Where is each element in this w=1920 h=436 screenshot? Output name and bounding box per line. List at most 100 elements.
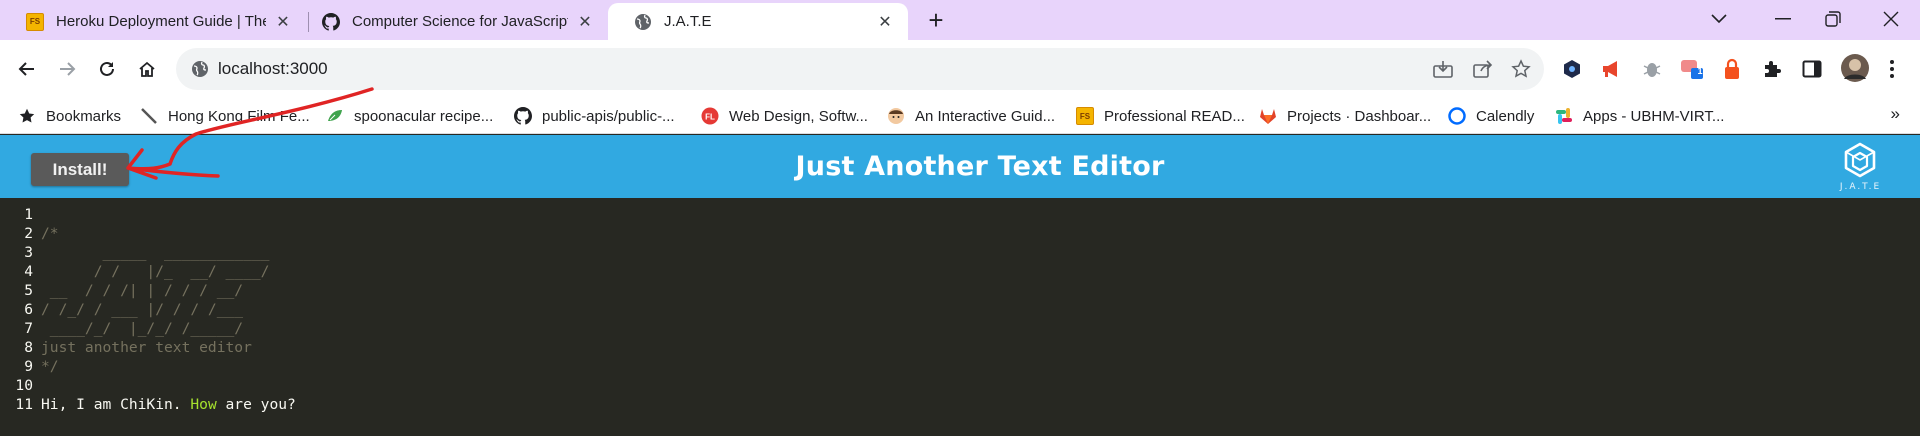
editor-line[interactable]: 6 / /_/ / ___ |/ / / /___: [0, 300, 1920, 319]
fs-badge-icon: FS: [1076, 107, 1094, 125]
comment-text[interactable]: */: [33, 357, 59, 376]
slack-icon: [1555, 107, 1573, 125]
ascii-art-text[interactable]: / / |/_ __/ ____/: [33, 262, 270, 281]
line-number: 8: [24, 339, 33, 356]
tab-jate[interactable]: J.A.T.E ✕: [608, 3, 908, 40]
line-number: 9: [24, 358, 33, 375]
editor-line[interactable]: 5 __ / / /| | / / / __/: [0, 281, 1920, 300]
puzzle-extensions-icon[interactable]: [1760, 57, 1784, 81]
line-number: 4: [24, 263, 33, 280]
comment-text[interactable]: /*: [33, 224, 59, 243]
bookmark-label: Professional READ...: [1104, 107, 1245, 125]
github-icon: [322, 12, 340, 31]
line-number: 7: [24, 320, 33, 337]
share-icon[interactable]: [1472, 58, 1494, 80]
bookmark-star-icon[interactable]: [1510, 58, 1532, 80]
fs-favicon-icon: FS: [26, 12, 44, 31]
home-icon[interactable]: [133, 55, 161, 83]
url-text[interactable]: localhost:3000: [218, 59, 328, 79]
editor-line[interactable]: 10: [0, 376, 1920, 395]
pen-icon: [140, 107, 158, 125]
text-segment: Hi, I am ChiKin.: [41, 396, 191, 413]
tab-heroku-guide[interactable]: FS Heroku Deployment Guide | The ✕: [0, 3, 306, 40]
extension-hex-icon[interactable]: [1560, 57, 1584, 81]
new-tab-button[interactable]: +: [922, 5, 950, 35]
text-segment: are you?: [216, 396, 296, 413]
editor-line[interactable]: 2 /*: [0, 224, 1920, 243]
back-arrow-icon[interactable]: [13, 55, 41, 83]
line-number: 11: [15, 396, 33, 413]
bookmark-item-spoonacular[interactable]: spoonacular recipe...: [326, 104, 493, 128]
keyword-highlight: How: [190, 396, 217, 413]
close-window-icon[interactable]: [1868, 4, 1914, 34]
code-editor[interactable]: 1 2 /* 3 _____ ____________ 4 / / |/_ __…: [0, 198, 1920, 436]
megaphone-extension-icon[interactable]: [1600, 57, 1624, 81]
tab-title: J.A.T.E: [664, 13, 712, 30]
line-content[interactable]: Hi, I am ChiKin. How are you?: [33, 395, 296, 414]
more-bookmarks-button[interactable]: »: [1891, 104, 1900, 124]
forward-arrow-icon[interactable]: [53, 55, 81, 83]
bookmark-label: spoonacular recipe...: [354, 107, 494, 125]
editor-line[interactable]: 4 / / |/_ __/ ____/: [0, 262, 1920, 281]
logo-text: J.A.T.E: [1839, 182, 1882, 192]
restore-icon[interactable]: [1810, 4, 1856, 34]
line-number: 10: [15, 377, 33, 394]
bug-extension-icon[interactable]: [1640, 57, 1664, 81]
line-number: 1: [24, 206, 33, 223]
editor-line[interactable]: 11 Hi, I am ChiKin. How are you?: [0, 395, 1920, 414]
profile-avatar-icon[interactable]: [1840, 53, 1870, 83]
editor-line[interactable]: 9 */: [0, 357, 1920, 376]
line-content[interactable]: [33, 205, 41, 224]
reload-icon[interactable]: [93, 55, 121, 83]
close-tab-icon[interactable]: ✕: [272, 11, 294, 33]
calendly-icon: [1448, 107, 1466, 125]
bookmarks-bar: Bookmarks Hong Kong Film Fe... spoonacul…: [0, 98, 1920, 134]
editor-line[interactable]: 3 _____ ____________: [0, 243, 1920, 262]
tab-title: Heroku Deployment Guide | The: [56, 13, 266, 30]
bookmark-item-web-design[interactable]: FL Web Design, Softw...: [701, 104, 868, 128]
gitlab-icon: [1259, 107, 1277, 125]
ascii-art-text[interactable]: / /_/ / ___ |/ / / /___: [33, 300, 243, 319]
close-tab-icon[interactable]: ✕: [574, 11, 596, 33]
install-app-icon[interactable]: [1432, 58, 1454, 80]
minimize-icon[interactable]: [1760, 4, 1806, 34]
bookmark-item-professional-readme[interactable]: FS Professional READ...: [1076, 104, 1245, 128]
editor-line[interactable]: 7 ____/_/ |_/_/ /_____/: [0, 319, 1920, 338]
ascii-art-text[interactable]: __ / / /| | / / / __/: [33, 281, 243, 300]
address-bar[interactable]: localhost:3000: [176, 48, 1544, 90]
bookmark-item-hk-film[interactable]: Hong Kong Film Fe...: [140, 104, 310, 128]
close-tab-icon[interactable]: ✕: [874, 11, 896, 33]
bookmark-item-gitlab-projects[interactable]: Projects · Dashboar...: [1259, 104, 1431, 128]
tab-search-icon[interactable]: [1696, 4, 1742, 34]
editor-line[interactable]: 8 just another text editor: [0, 338, 1920, 357]
bookmark-label: Apps - UBHM-VIRT...: [1583, 107, 1725, 125]
globe-icon: [634, 13, 652, 31]
bookmark-label: Calendly: [1476, 107, 1535, 125]
fl-icon: FL: [701, 107, 719, 125]
bookmark-item-bookmarks[interactable]: Bookmarks: [18, 104, 121, 128]
bookmark-item-interactive-guide[interactable]: An Interactive Guid...: [887, 104, 1055, 128]
side-panel-icon[interactable]: [1800, 57, 1824, 81]
app-header: Install! Just Another Text Editor J.A.T.…: [0, 135, 1920, 198]
line-number: 3: [24, 244, 33, 261]
ascii-art-text[interactable]: ____/_/ |_/_/ /_____/: [33, 319, 243, 338]
bookmark-item-public-apis[interactable]: public-apis/public-...: [514, 104, 675, 128]
tab-title: Computer Science for JavaScript: [352, 13, 568, 30]
browser-menu-icon[interactable]: [1880, 57, 1904, 81]
bookmark-item-calendly[interactable]: Calendly: [1448, 104, 1534, 128]
comment-text[interactable]: just another text editor: [33, 338, 252, 357]
svg-text:FL: FL: [705, 113, 715, 122]
line-content[interactable]: [33, 376, 41, 395]
bookmark-item-apps-ubhm[interactable]: Apps - UBHM-VIRT...: [1555, 104, 1724, 128]
ascii-art-text[interactable]: _____ ____________: [33, 243, 270, 262]
notification-extension-icon[interactable]: 1: [1680, 57, 1704, 81]
browser-toolbar: localhost:3000 1: [0, 40, 1920, 98]
tab-computer-science[interactable]: Computer Science for JavaScript ✕: [296, 3, 608, 40]
site-info-icon[interactable]: [190, 59, 210, 79]
bookmark-label: public-apis/public-...: [542, 107, 675, 125]
editor-line[interactable]: 1: [0, 205, 1920, 224]
bookmark-label: Hong Kong Film Fe...: [168, 107, 310, 125]
browser-tab-strip: FS Heroku Deployment Guide | The ✕ Compu…: [0, 0, 1920, 40]
star-icon: [18, 107, 36, 125]
lock-extension-icon[interactable]: [1720, 57, 1744, 81]
